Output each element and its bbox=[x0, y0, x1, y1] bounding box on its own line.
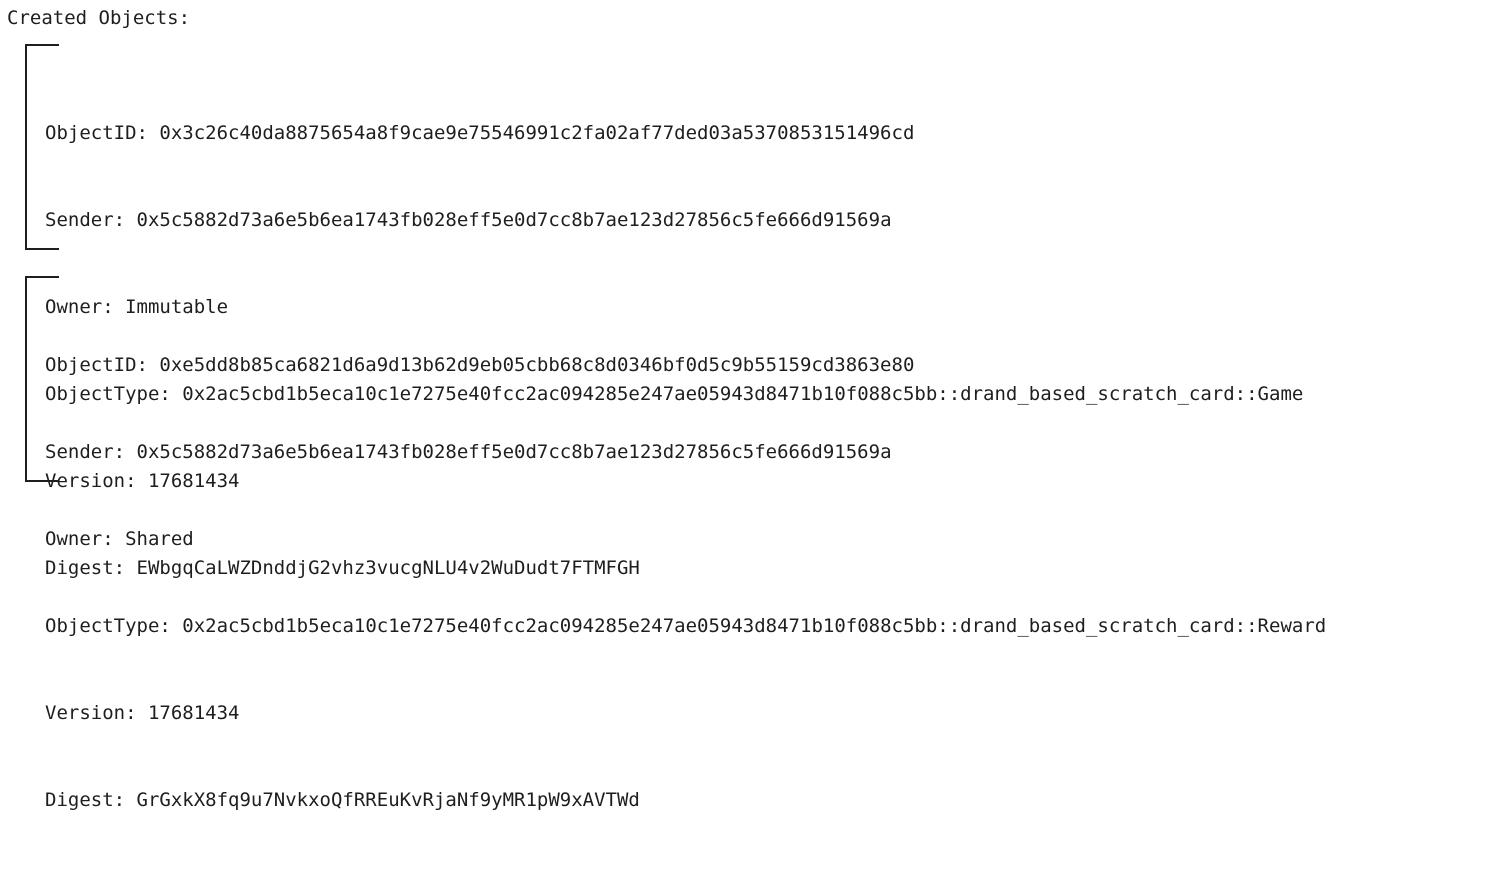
sender-value: 0x5c5882d73a6e5b6ea1743fb028eff5e0d7cc8b… bbox=[136, 209, 892, 231]
owner-row: Owner: Shared bbox=[45, 525, 1326, 554]
sender-value: 0x5c5882d73a6e5b6ea1743fb028eff5e0d7cc8b… bbox=[136, 441, 892, 463]
digest-value: GrGxkX8fq9u7NvkxoQfRREuKvRjaNf9yMR1pW9xA… bbox=[136, 789, 640, 811]
object-id-value: 0xe5dd8b85ca6821d6a9d13b62d9eb05cbb68c8d… bbox=[159, 354, 915, 376]
sender-label: Sender: bbox=[45, 209, 126, 231]
version-label: Version: bbox=[45, 702, 137, 724]
version-row: Version: 17681434 bbox=[45, 699, 1326, 728]
object-id-label: ObjectID: bbox=[45, 122, 148, 144]
version-value: 17681434 bbox=[147, 702, 240, 724]
sender-label: Sender: bbox=[45, 441, 126, 463]
object-fields: ObjectID: 0xe5dd8b85ca6821d6a9d13b62d9eb… bbox=[45, 293, 1326, 873]
object-type-label: ObjectType: bbox=[45, 615, 171, 637]
object-id-row: ObjectID: 0xe5dd8b85ca6821d6a9d13b62d9eb… bbox=[45, 351, 1326, 380]
object-type-value: 0x2ac5cbd1b5eca10c1e7275e40fcc2ac094285e… bbox=[182, 615, 1327, 637]
digest-row: Digest: GrGxkX8fq9u7NvkxoQfRREuKvRjaNf9y… bbox=[45, 786, 1326, 815]
bracket-top-tick bbox=[27, 276, 59, 278]
owner-value: Shared bbox=[125, 528, 194, 550]
object-type-row: ObjectType: 0x2ac5cbd1b5eca10c1e7275e40f… bbox=[45, 612, 1326, 641]
created-objects-heading: Created Objects: bbox=[7, 7, 191, 29]
owner-label: Owner: bbox=[45, 528, 114, 550]
bracket-top-tick bbox=[27, 44, 59, 46]
digest-label: Digest: bbox=[45, 789, 126, 811]
created-object-block: ObjectID: 0xe5dd8b85ca6821d6a9d13b62d9eb… bbox=[25, 276, 1500, 811]
created-object-block: ObjectID: 0x3c26c40da8875654a8f9cae9e755… bbox=[25, 44, 1500, 579]
object-id-value: 0x3c26c40da8875654a8f9cae9e75546991c2fa0… bbox=[159, 122, 915, 144]
sender-row: Sender: 0x5c5882d73a6e5b6ea1743fb028eff5… bbox=[45, 206, 1303, 235]
object-id-label: ObjectID: bbox=[45, 354, 148, 376]
sender-row: Sender: 0x5c5882d73a6e5b6ea1743fb028eff5… bbox=[45, 438, 1326, 467]
object-id-row: ObjectID: 0x3c26c40da8875654a8f9cae9e755… bbox=[45, 119, 1303, 148]
